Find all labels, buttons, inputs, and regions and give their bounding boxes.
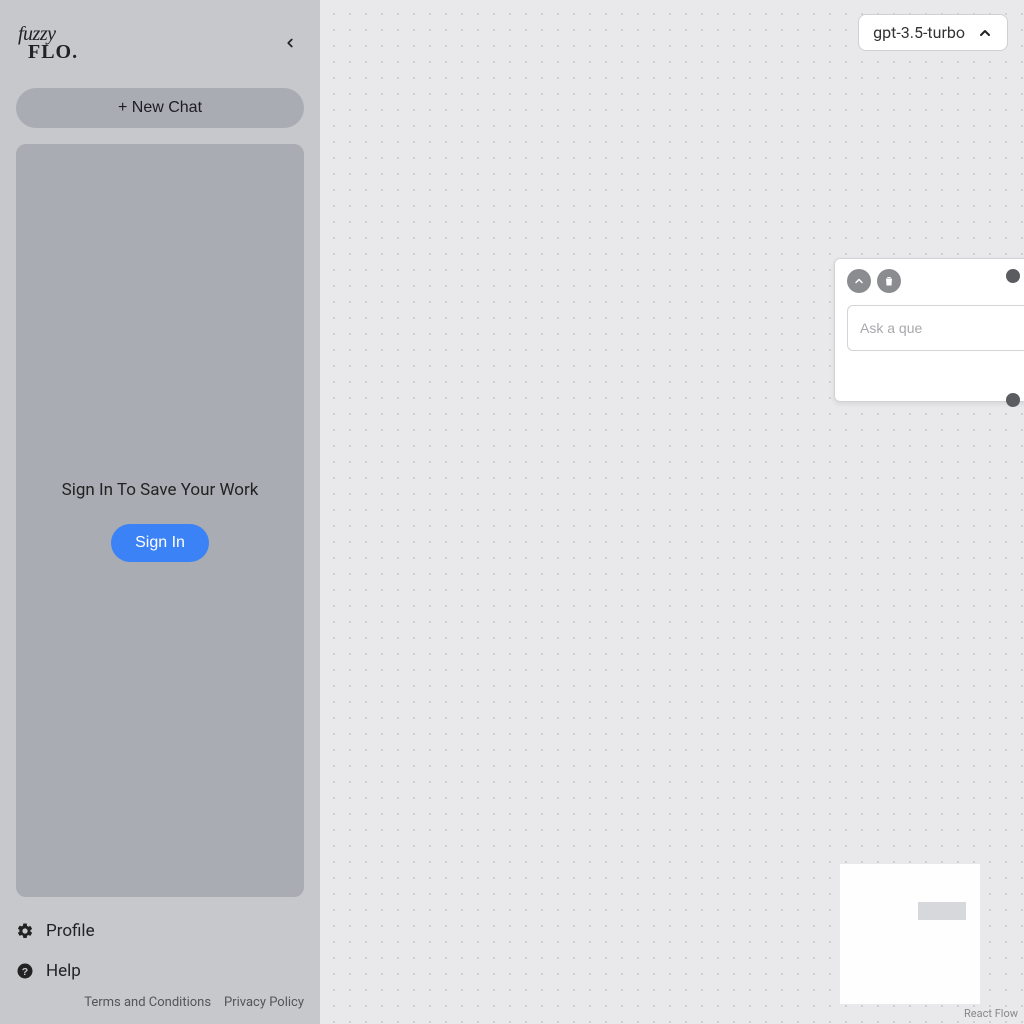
new-chat-button[interactable]: + New Chat: [16, 88, 304, 128]
ask-input[interactable]: [847, 305, 1024, 351]
help-icon: ?: [16, 962, 34, 980]
signin-button[interactable]: Sign In: [111, 524, 209, 562]
signin-message: Sign In To Save Your Work: [62, 480, 259, 500]
model-selector[interactable]: gpt-3.5-turbo: [858, 14, 1008, 51]
sidebar-header: fuzzy FLO.: [0, 0, 320, 86]
node-header: [835, 259, 1024, 299]
node-handle-top[interactable]: [1006, 269, 1020, 283]
collapse-node-button[interactable]: [847, 269, 871, 293]
terms-link[interactable]: Terms and Conditions: [84, 995, 211, 1010]
legal-links: Terms and Conditions Privacy Policy: [16, 991, 304, 1016]
minimap-node: [918, 902, 966, 920]
chevron-up-icon: [853, 275, 865, 287]
canvas[interactable]: gpt-3.5-turbo: [320, 0, 1024, 1024]
chat-node[interactable]: [834, 258, 1024, 402]
chevron-up-icon: [977, 25, 993, 41]
profile-link[interactable]: Profile: [16, 911, 304, 951]
trash-icon: [883, 275, 895, 287]
sidebar-footer: Profile ? Help Terms and Conditions Priv…: [0, 897, 320, 1024]
help-label: Help: [46, 961, 81, 981]
svg-text:?: ?: [22, 966, 28, 978]
sidebar: fuzzy FLO. + New Chat Sign In To Save Yo…: [0, 0, 320, 1024]
signin-panel: Sign In To Save Your Work Sign In: [16, 144, 304, 897]
chevron-left-icon: [283, 36, 297, 50]
logo: fuzzy FLO.: [18, 25, 78, 61]
node-handle-bottom[interactable]: [1006, 393, 1020, 407]
logo-line2: FLO.: [28, 43, 78, 61]
privacy-link[interactable]: Privacy Policy: [224, 995, 304, 1010]
delete-node-button[interactable]: [877, 269, 901, 293]
node-header-left: [847, 269, 901, 293]
model-selected-label: gpt-3.5-turbo: [873, 23, 965, 42]
attribution: React Flow: [964, 1007, 1018, 1020]
profile-label: Profile: [46, 921, 95, 941]
minimap[interactable]: [840, 864, 980, 1004]
gear-icon: [16, 922, 34, 940]
collapse-sidebar-button[interactable]: [278, 31, 302, 55]
node-body: [835, 299, 1024, 401]
help-link[interactable]: ? Help: [16, 951, 304, 991]
